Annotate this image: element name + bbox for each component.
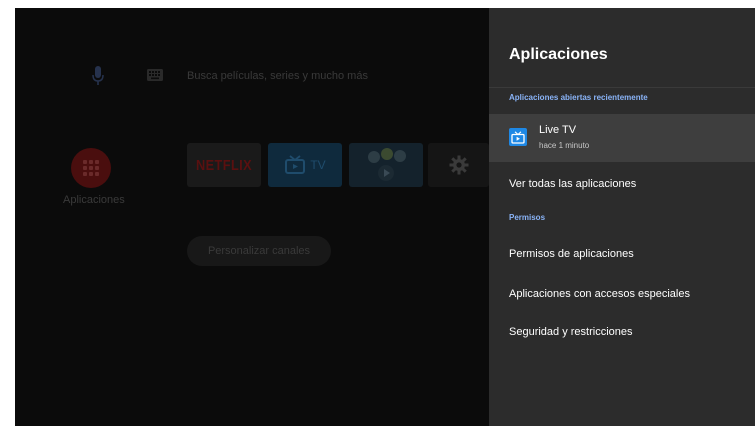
- recent-apps-header: Aplicaciones abiertas recientemente: [509, 93, 648, 102]
- recent-app-item[interactable]: Live TV hace 1 minuto: [489, 114, 755, 162]
- netflix-logo: NETFLIX: [195, 156, 253, 174]
- recent-app-time: hace 1 minuto: [539, 141, 590, 150]
- personalize-channels-button[interactable]: Personalizar canales: [187, 236, 331, 266]
- settings-tile[interactable]: [428, 143, 489, 187]
- search-hint[interactable]: Busca películas, series y mucho más: [187, 70, 368, 82]
- tv-tile-label: TV: [310, 158, 326, 172]
- games-tile[interactable]: [349, 143, 423, 187]
- tv-tile[interactable]: TV: [268, 143, 342, 187]
- gear-icon: [449, 155, 468, 175]
- permissions-header: Permisos: [509, 213, 546, 222]
- app-permissions-item[interactable]: Permisos de aplicaciones: [509, 248, 634, 260]
- games-art-icon: [368, 148, 406, 181]
- apps-launcher-button[interactable]: [71, 148, 111, 188]
- microphone-icon[interactable]: [91, 66, 105, 86]
- netflix-tile[interactable]: NETFLIX: [187, 143, 261, 187]
- panel-title: Aplicaciones: [509, 46, 608, 63]
- home-screen: Busca películas, series y mucho más Apli…: [15, 8, 489, 426]
- apps-grid-icon: [83, 160, 99, 176]
- tv-screen: Busca películas, series y mucho más Apli…: [15, 8, 755, 426]
- special-access-item[interactable]: Aplicaciones con accesos especiales: [509, 288, 690, 300]
- keyboard-icon[interactable]: [147, 69, 163, 81]
- title-divider: [489, 87, 755, 88]
- see-all-apps-item[interactable]: Ver todas las aplicaciones: [509, 178, 636, 190]
- apps-side-panel: Aplicaciones Aplicaciones abiertas recie…: [489, 8, 755, 426]
- apps-label: Aplicaciones: [63, 194, 125, 206]
- tv-icon: [285, 155, 306, 174]
- recent-app-name: Live TV: [539, 124, 577, 136]
- security-restrictions-item[interactable]: Seguridad y restricciones: [509, 326, 633, 338]
- live-tv-icon: [509, 128, 527, 146]
